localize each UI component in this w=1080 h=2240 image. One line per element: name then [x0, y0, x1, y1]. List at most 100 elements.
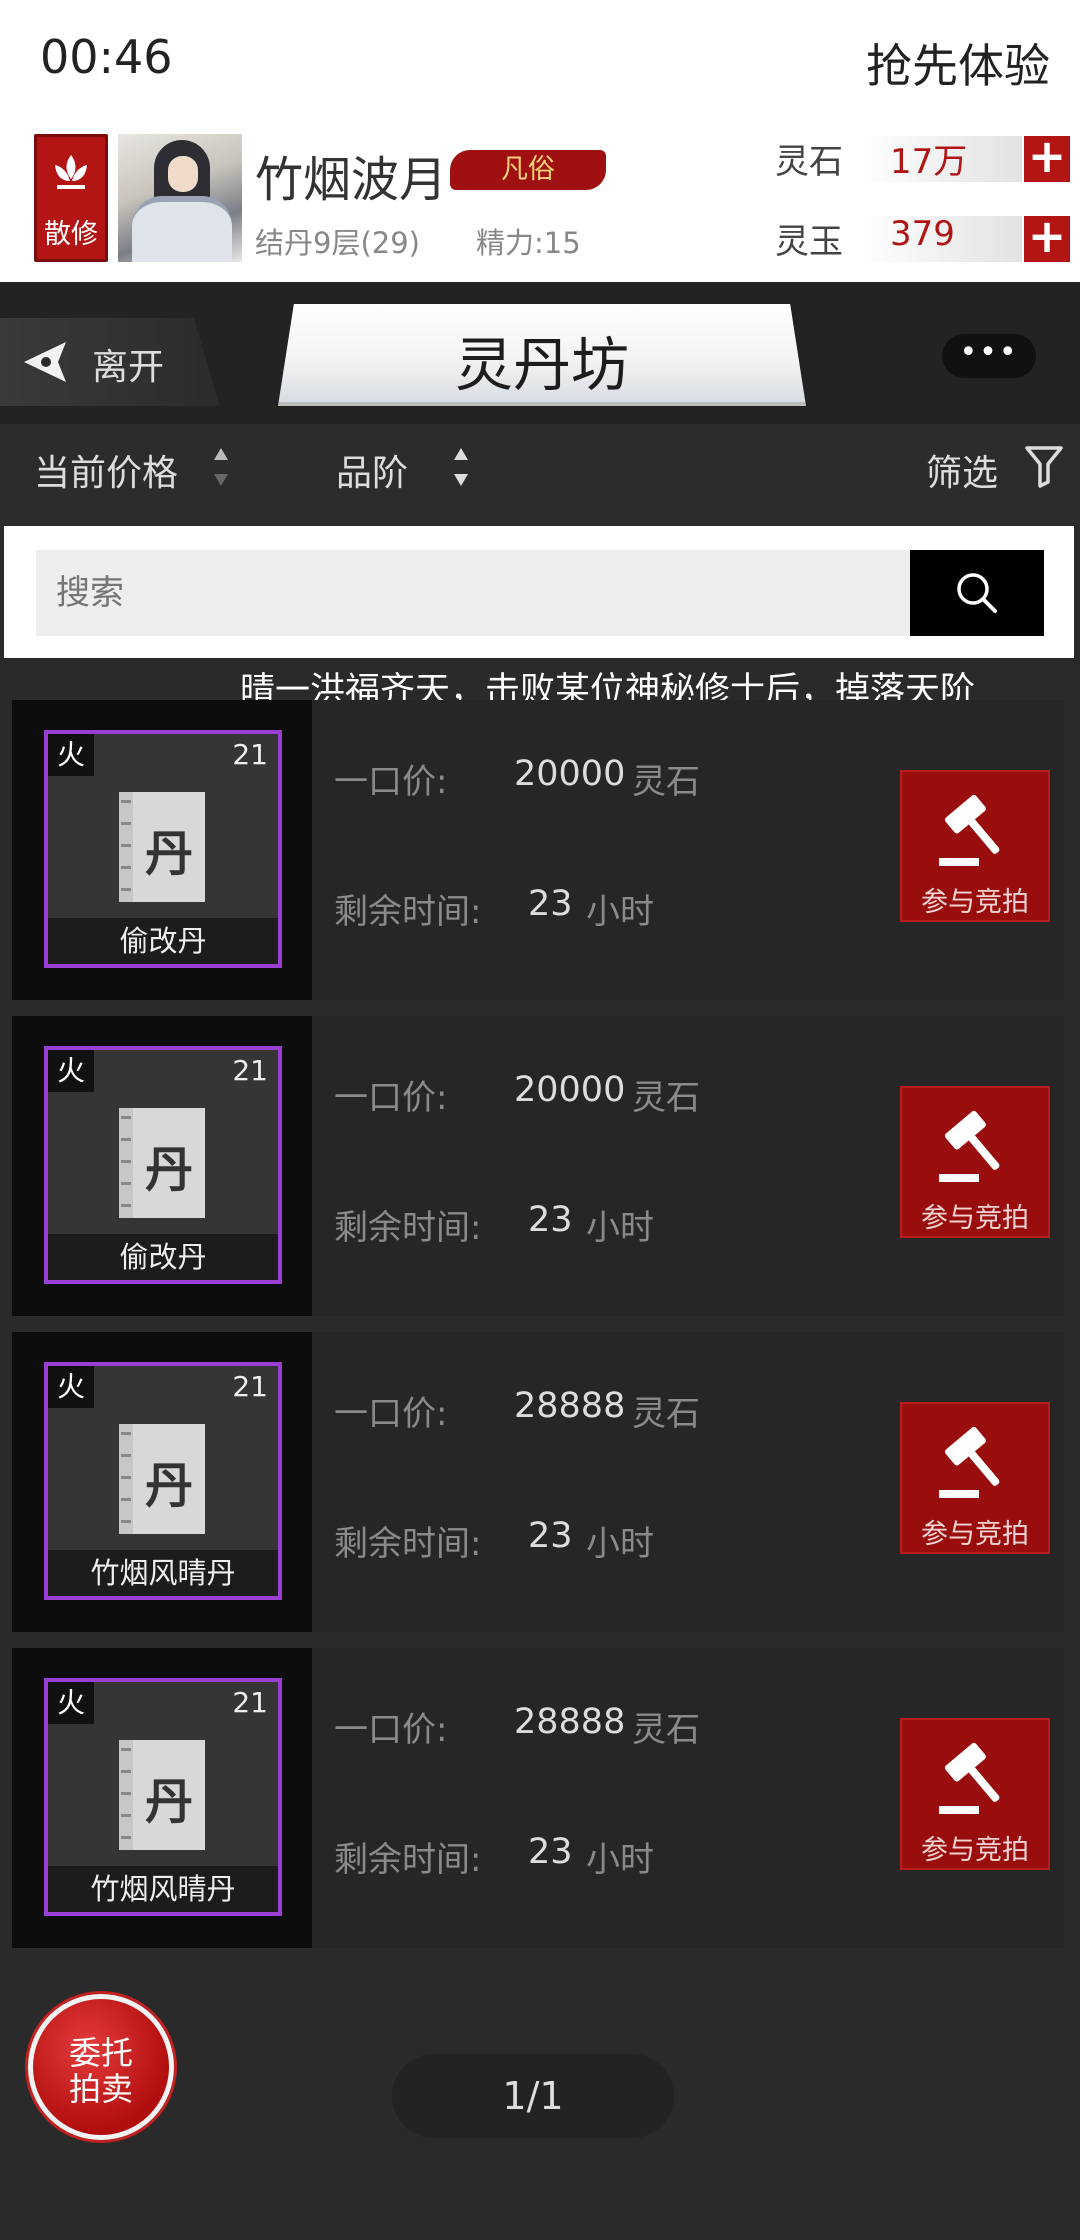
pill-book-icon: 丹: [119, 1108, 205, 1218]
player-name: 竹烟波月: [255, 152, 448, 208]
spirit-jade-value: 379: [890, 214, 955, 254]
item-name: 竹烟风晴丹: [48, 1866, 278, 1912]
status-time: 00:46: [40, 30, 173, 84]
price-currency: 灵石: [632, 762, 700, 802]
book-char: 丹: [144, 1774, 193, 1830]
add-spirit-jade-button[interactable]: +: [1024, 213, 1070, 262]
listing-card: 火 21 丹 偷改丹 一口价: 20000 灵石 剩余时间: 23 小时 参与竞…: [12, 700, 1064, 1000]
item-icon-frame[interactable]: 火 21 丹 竹烟风晴丹: [44, 1678, 282, 1916]
item-name: 竹烟风晴丹: [48, 1550, 278, 1596]
element-tag: 火: [48, 1366, 94, 1408]
bid-button[interactable]: 参与竞拍: [900, 1718, 1050, 1870]
bid-label: 参与竞拍: [921, 1203, 1029, 1234]
book-char: 丹: [144, 1142, 193, 1198]
sort-price-arrows-icon[interactable]: [212, 444, 230, 490]
pill-book-icon: 丹: [119, 792, 205, 902]
gavel-icon: [939, 1742, 1000, 1814]
sect-label: 散修: [44, 219, 98, 250]
price-value: 20000: [514, 754, 626, 794]
avatar-face: [168, 156, 198, 192]
lotus-icon: [55, 155, 87, 189]
pill-book-icon: 丹: [119, 1740, 205, 1850]
filter-icon[interactable]: [1024, 444, 1064, 488]
avatar[interactable]: [118, 134, 242, 262]
book-char: 丹: [144, 826, 193, 882]
sort-price[interactable]: 当前价格: [34, 444, 178, 496]
item-count: 21: [232, 1686, 268, 1719]
filter-label[interactable]: 筛选: [926, 444, 998, 496]
bid-button[interactable]: 参与竞拍: [900, 1086, 1050, 1238]
bid-label: 参与竞拍: [921, 887, 1029, 918]
time-label: 剩余时间:: [334, 892, 482, 932]
more-button[interactable]: •••: [942, 334, 1036, 378]
price-currency: 灵石: [632, 1078, 700, 1118]
sort-grade[interactable]: 品阶: [336, 444, 408, 496]
back-arrow-icon: [24, 342, 66, 382]
time-value: 23: [528, 1516, 573, 1556]
sect-badge[interactable]: 散修: [34, 134, 108, 262]
item-icon-frame[interactable]: 火 21 丹 竹烟风晴丹: [44, 1362, 282, 1600]
bid-button[interactable]: 参与竞拍: [900, 770, 1050, 922]
time-value: 23: [528, 1832, 573, 1872]
item-count: 21: [232, 1370, 268, 1403]
consign-text: 委托 拍卖: [33, 2035, 169, 2107]
sort-grade-arrows-icon[interactable]: [452, 444, 470, 490]
gavel-icon: [939, 1426, 1000, 1498]
consign-line1: 委托: [68, 2034, 133, 2072]
price-value: 20000: [514, 1070, 626, 1110]
spirit-stone-value: 17万: [890, 142, 968, 182]
bid-label: 参与竞拍: [921, 1835, 1029, 1866]
spirit-stone-label: 灵石: [775, 142, 843, 182]
gavel-icon: [939, 1110, 1000, 1182]
player-level: 结丹9层(29): [255, 226, 420, 260]
early-access-button[interactable]: 抢先体验: [866, 30, 1050, 96]
element-tag: 火: [48, 1682, 94, 1724]
item-icon-frame[interactable]: 火 21 丹 偷改丹: [44, 1046, 282, 1284]
time-unit: 小时: [586, 1840, 654, 1880]
listing-card: 火 21 丹 偷改丹 一口价: 20000 灵石 剩余时间: 23 小时 参与竞…: [12, 1016, 1064, 1316]
listing-card: 火 21 丹 竹烟风晴丹 一口价: 28888 灵石 剩余时间: 23 小时 参…: [12, 1332, 1064, 1632]
price-label: 一口价:: [334, 1710, 448, 1750]
time-unit: 小时: [586, 1208, 654, 1248]
item-name: 偷改丹: [48, 918, 278, 964]
player-energy: 精力:15: [476, 226, 581, 260]
item-icon-frame[interactable]: 火 21 丹 偷改丹: [44, 730, 282, 968]
price-value: 28888: [514, 1702, 626, 1742]
time-value: 23: [528, 884, 573, 924]
price-value: 28888: [514, 1386, 626, 1426]
time-unit: 小时: [586, 892, 654, 932]
price-label: 一口价:: [334, 1394, 448, 1434]
price-currency: 灵石: [632, 1710, 700, 1750]
bid-button[interactable]: 参与竞拍: [900, 1402, 1050, 1554]
search-icon: [957, 573, 997, 613]
item-count: 21: [232, 738, 268, 771]
rank-badge: 凡俗: [450, 150, 606, 190]
price-label: 一口价:: [334, 762, 448, 802]
gavel-icon: [939, 794, 1000, 866]
element-tag: 火: [48, 734, 94, 776]
time-label: 剩余时间:: [334, 1208, 482, 1248]
pill-book-icon: 丹: [119, 1424, 205, 1534]
time-label: 剩余时间:: [334, 1840, 482, 1880]
search-button[interactable]: [910, 550, 1044, 636]
element-tag: 火: [48, 1050, 94, 1092]
search-input[interactable]: [36, 550, 912, 636]
avatar-robe: [132, 196, 232, 262]
price-currency: 灵石: [632, 1394, 700, 1434]
item-name: 偷改丹: [48, 1234, 278, 1280]
time-label: 剩余时间:: [334, 1524, 482, 1564]
item-count: 21: [232, 1054, 268, 1087]
spirit-jade-label: 灵玉: [775, 222, 843, 262]
time-unit: 小时: [586, 1524, 654, 1564]
consign-auction-button[interactable]: 委托 拍卖: [28, 1994, 174, 2140]
time-value: 23: [528, 1200, 573, 1240]
bid-label: 参与竞拍: [921, 1519, 1029, 1550]
book-char: 丹: [144, 1458, 193, 1514]
consign-line2: 拍卖: [68, 2070, 133, 2108]
listing-card: 火 21 丹 竹烟风晴丹 一口价: 28888 灵石 剩余时间: 23 小时 参…: [12, 1648, 1064, 1948]
price-label: 一口价:: [334, 1078, 448, 1118]
back-label[interactable]: 离开: [92, 338, 164, 390]
page-title: 灵丹坊: [454, 331, 629, 399]
add-spirit-stone-button[interactable]: +: [1024, 133, 1070, 182]
page-indicator: 1/1: [392, 2054, 674, 2138]
